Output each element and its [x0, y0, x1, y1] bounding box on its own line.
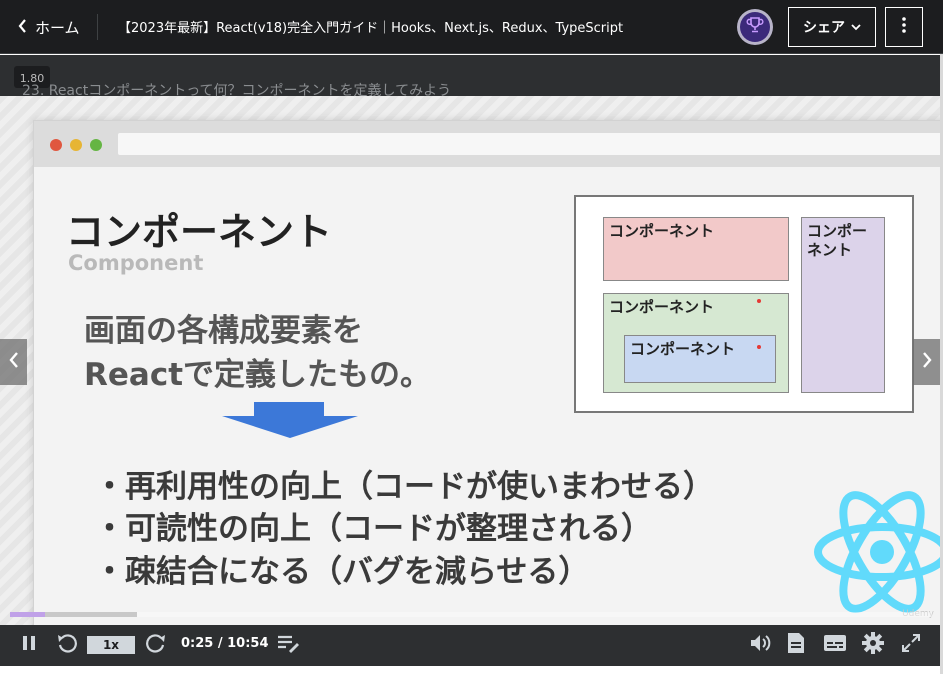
bullet-item: ・可読性の向上（コードが整理される） [94, 511, 652, 547]
minimize-dot-icon [70, 139, 82, 151]
close-dot-icon [50, 139, 62, 151]
chevron-down-icon [851, 19, 861, 35]
bullet-item: ・疎結合になる（バグを減らせる） [94, 554, 590, 590]
player-controls: 1x 0:25 / 10:54 [0, 625, 940, 666]
react-logo-icon [814, 491, 940, 617]
home-link[interactable]: ホーム [18, 15, 80, 39]
playback-rate-button[interactable]: 1x [87, 636, 135, 654]
forward-button[interactable] [144, 633, 168, 657]
component-box-top: コンポーネント [603, 217, 789, 281]
home-label: ホーム [35, 18, 80, 37]
more-vertical-icon [902, 17, 906, 37]
chevron-left-icon [18, 18, 27, 37]
definition-line: Reactで定義したもの。 [84, 357, 432, 393]
transcript-icon [787, 632, 805, 658]
next-lecture-button[interactable] [913, 339, 940, 385]
time-display: 0:25 / 10:54 [181, 636, 269, 651]
browser-url-bar [118, 133, 940, 155]
previous-lecture-button[interactable] [0, 339, 27, 385]
rewind-button[interactable] [55, 633, 79, 657]
volume-button[interactable] [748, 633, 772, 657]
share-label: シェア [803, 20, 845, 36]
pause-button[interactable] [18, 633, 40, 657]
fullscreen-icon [901, 633, 921, 657]
trophy-icon [746, 16, 764, 38]
chevron-left-icon [8, 352, 19, 372]
red-marker [757, 299, 761, 303]
bullet-item: ・再利用性の向上（コードが使いまわせる） [94, 469, 714, 505]
definition-line: 画面の各構成要素を [84, 313, 363, 349]
browser-toolbar [34, 121, 940, 167]
progress-fill [10, 612, 46, 617]
captions-icon [823, 634, 847, 656]
fullscreen-button[interactable] [899, 633, 923, 657]
red-marker [757, 345, 761, 349]
forward-5-icon [145, 632, 167, 658]
volume-icon [749, 633, 771, 657]
pause-icon [22, 635, 36, 655]
transcript-button[interactable] [786, 633, 806, 657]
add-note-icon [276, 633, 300, 657]
video-player[interactable]: コンポーネント Component 画面の各構成要素を Reactで定義したもの… [0, 96, 940, 625]
rewind-5-icon [56, 632, 78, 658]
down-arrow-icon [222, 402, 358, 442]
add-note-button[interactable] [275, 633, 301, 657]
progress-bar[interactable] [10, 612, 932, 617]
progress-trophy-button[interactable] [737, 9, 773, 45]
chevron-right-icon [922, 352, 932, 372]
top-header: ホーム 【2023年最新】React(v18)完全入門ガイド｜Hooks、Nex… [0, 0, 943, 54]
header-divider [97, 14, 98, 40]
component-box-inner: コンポーネント [624, 335, 776, 383]
slide-subtitle: Component [68, 251, 204, 275]
more-options-button[interactable] [885, 7, 923, 47]
share-button[interactable]: シェア [788, 7, 876, 47]
captions-button[interactable] [822, 633, 848, 657]
gear-icon [862, 632, 884, 658]
slide-title: コンポーネント [66, 210, 333, 254]
settings-button[interactable] [861, 632, 885, 658]
slide-browser-frame: コンポーネント Component 画面の各構成要素を Reactで定義したもの… [33, 120, 940, 625]
course-title[interactable]: 【2023年最新】React(v18)完全入門ガイド｜Hooks、Next.js… [118, 17, 623, 36]
component-diagram: コンポーネント コンポー ネント コンポーネント コンポーネント [574, 195, 914, 413]
component-box-side: コンポー ネント [801, 217, 885, 393]
lecture-title: 23. Reactコンポーネントって何？コンポーネントを定義してみよう [22, 83, 452, 99]
maximize-dot-icon [90, 139, 102, 151]
